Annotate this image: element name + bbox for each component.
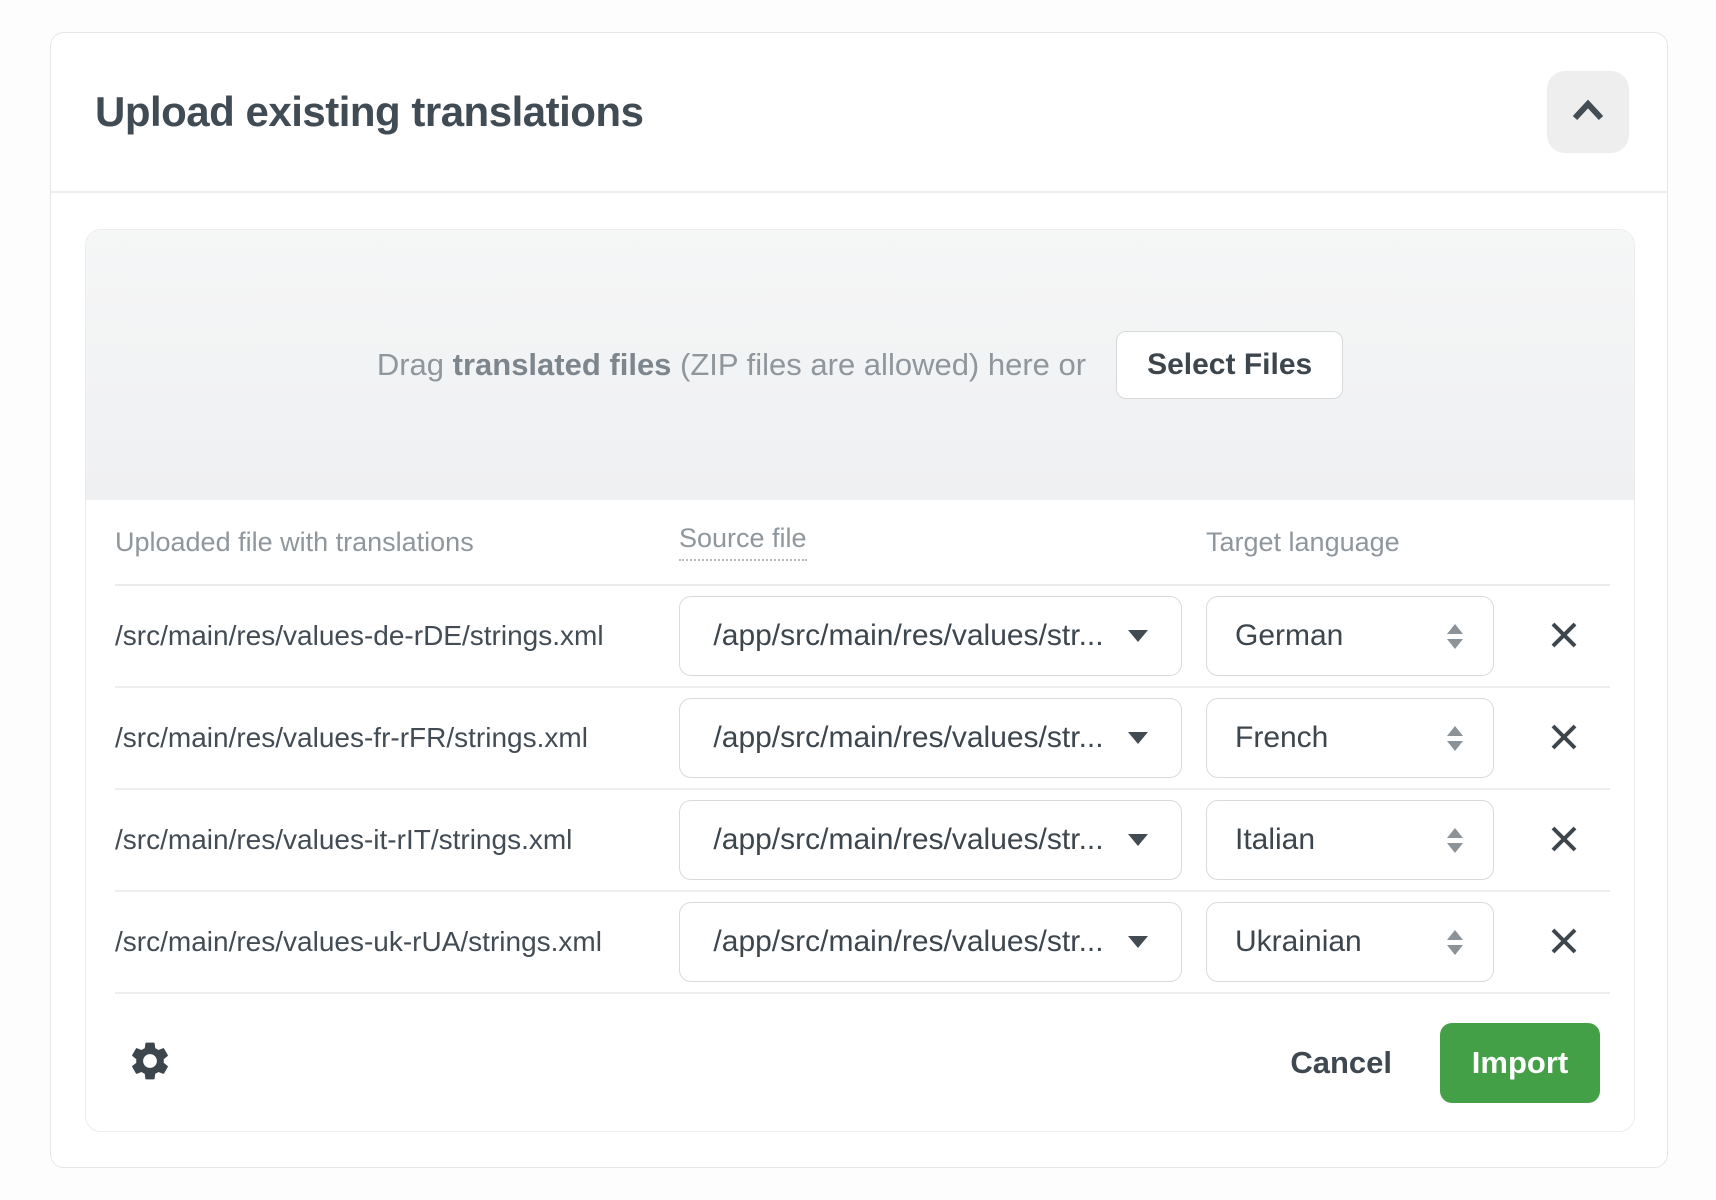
target-language-select[interactable]: French bbox=[1206, 698, 1494, 778]
collapse-button[interactable] bbox=[1547, 71, 1629, 153]
page-title: Upload existing translations bbox=[95, 88, 643, 136]
chevron-down-icon bbox=[1128, 936, 1148, 948]
uploaded-file-path: /src/main/res/values-it-rIT/strings.xml bbox=[115, 824, 679, 856]
cancel-button[interactable]: Cancel bbox=[1290, 1045, 1392, 1081]
table-row: /src/main/res/values-uk-rUA/strings.xml … bbox=[115, 892, 1610, 994]
uploaded-file-path: /src/main/res/values-de-rDE/strings.xml bbox=[115, 620, 679, 652]
select-files-button[interactable]: Select Files bbox=[1116, 331, 1343, 399]
table-footer: Cancel Import bbox=[115, 994, 1610, 1131]
settings-button[interactable] bbox=[127, 1038, 173, 1087]
remove-row-button[interactable] bbox=[1542, 920, 1586, 964]
up-down-arrows-icon bbox=[1447, 726, 1463, 751]
gear-icon bbox=[127, 1038, 173, 1087]
remove-row-button[interactable] bbox=[1542, 614, 1586, 658]
chevron-up-icon bbox=[1569, 98, 1607, 127]
source-file-select[interactable]: /app/src/main/res/values/str... bbox=[679, 698, 1182, 778]
target-language-select[interactable]: German bbox=[1206, 596, 1494, 676]
column-header-source-file: Source file bbox=[679, 523, 1206, 561]
up-down-arrows-icon bbox=[1447, 828, 1463, 853]
column-header-target-language: Target language bbox=[1206, 527, 1518, 558]
column-header-uploaded-file: Uploaded file with translations bbox=[115, 527, 679, 558]
table-row: /src/main/res/values-it-rIT/strings.xml … bbox=[115, 790, 1610, 892]
close-icon bbox=[1549, 824, 1579, 857]
source-file-select[interactable]: /app/src/main/res/values/str... bbox=[679, 902, 1182, 982]
dropzone-instruction-bold: translated files bbox=[453, 347, 672, 382]
up-down-arrows-icon bbox=[1447, 930, 1463, 955]
uploaded-file-path: /src/main/res/values-uk-rUA/strings.xml bbox=[115, 926, 679, 958]
target-language-select[interactable]: Italian bbox=[1206, 800, 1494, 880]
upload-dialog: Upload existing translations Drag transl… bbox=[50, 32, 1668, 1168]
import-button[interactable]: Import bbox=[1440, 1023, 1600, 1103]
source-file-select[interactable]: /app/src/main/res/values/str... bbox=[679, 596, 1182, 676]
source-file-select[interactable]: /app/src/main/res/values/str... bbox=[679, 800, 1182, 880]
close-icon bbox=[1549, 722, 1579, 755]
target-language-select[interactable]: Ukrainian bbox=[1206, 902, 1494, 982]
upload-panel: Drag translated files (ZIP files are all… bbox=[85, 229, 1635, 1132]
dialog-body: Drag translated files (ZIP files are all… bbox=[51, 193, 1667, 1132]
chevron-down-icon bbox=[1128, 630, 1148, 642]
translations-table: Uploaded file with translations Source f… bbox=[86, 500, 1634, 1131]
dialog-header: Upload existing translations bbox=[51, 33, 1667, 193]
uploaded-file-path: /src/main/res/values-fr-rFR/strings.xml bbox=[115, 722, 679, 754]
dropzone[interactable]: Drag translated files (ZIP files are all… bbox=[86, 230, 1634, 500]
up-down-arrows-icon bbox=[1447, 624, 1463, 649]
dropzone-instruction: Drag translated files (ZIP files are all… bbox=[377, 347, 1086, 383]
chevron-down-icon bbox=[1128, 732, 1148, 744]
table-row: /src/main/res/values-fr-rFR/strings.xml … bbox=[115, 688, 1610, 790]
chevron-down-icon bbox=[1128, 834, 1148, 846]
close-icon bbox=[1549, 926, 1579, 959]
remove-row-button[interactable] bbox=[1542, 716, 1586, 760]
table-row: /src/main/res/values-de-rDE/strings.xml … bbox=[115, 586, 1610, 688]
close-icon bbox=[1549, 620, 1579, 653]
table-header-row: Uploaded file with translations Source f… bbox=[115, 500, 1610, 586]
remove-row-button[interactable] bbox=[1542, 818, 1586, 862]
